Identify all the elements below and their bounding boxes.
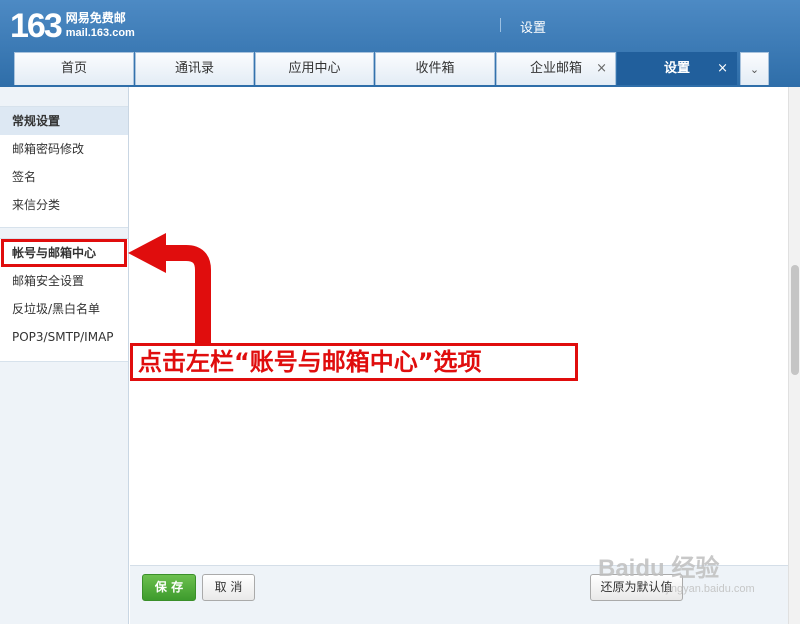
close-icon[interactable]: × [717,53,728,84]
sidebar-item-account-center[interactable]: 帐号与邮箱中心 [1,239,127,267]
scrollbar-thumb[interactable] [791,265,799,375]
tab-label: 通讯录 [174,61,214,76]
sidebar-item-security[interactable]: 邮箱安全设置 [0,267,128,295]
scrollbar[interactable] [788,87,800,624]
reset-defaults-button[interactable]: 还原为默认值 [590,574,683,601]
chevron-down-icon: ⌄ [749,62,760,76]
tab-label: 应用中心 [288,61,341,76]
logo-domain: mail.163.com [65,27,135,39]
page-title: 设置 [520,21,547,36]
tab-settings[interactable]: 设置 × [617,52,737,85]
tab-contacts[interactable]: 通讯录 [135,52,254,85]
cancel-button[interactable]: 取 消 [202,574,255,601]
tab-label: 设置 [663,61,690,76]
tab-label: 收件箱 [415,61,455,76]
sidebar-group-general: 常规设置 邮箱密码修改 签名 来信分类 [0,106,128,228]
tab-home[interactable]: 首页 [14,52,134,85]
sidebar-item-general-settings[interactable]: 常规设置 [0,107,128,135]
logo-number: 163 [10,7,63,45]
close-icon[interactable]: × [596,53,607,84]
logo[interactable]: 163 网易免费邮 mail.163.com [10,6,135,46]
tab-more-button[interactable]: ⌄ [740,52,769,85]
tab-bar: 首页 通讯录 应用中心 收件箱 企业邮箱 × 设置 × ⌄ [14,52,769,85]
settings-sidebar: 常规设置 邮箱密码修改 签名 来信分类 帐号与邮箱中心 邮箱安全设置 反垃圾/黑… [0,87,129,624]
sidebar-item-anti-spam[interactable]: 反垃圾/黑白名单 [0,295,128,323]
tab-app-center[interactable]: 应用中心 [255,52,374,85]
tab-label: 企业邮箱 [529,61,582,76]
annotation-callout: 点击左栏“账号与邮箱中心”选项 [130,343,578,381]
sidebar-item-mail-filter[interactable]: 来信分类 [0,191,128,219]
sidebar-item-signature[interactable]: 签名 [0,163,128,191]
app-header: 163 网易免费邮 mail.163.com 设置 首页 通讯录 应用中心 收件… [0,0,800,86]
tab-label: 首页 [60,61,87,76]
sidebar-item-pop3-smtp-imap[interactable]: POP3/SMTP/IMAP [0,323,128,351]
header-divider [500,18,501,32]
sidebar-item-password[interactable]: 邮箱密码修改 [0,135,128,163]
tab-inbox[interactable]: 收件箱 [375,52,495,85]
logo-name: 网易免费邮 [65,11,126,25]
sidebar-group-account: 帐号与邮箱中心 邮箱安全设置 反垃圾/黑白名单 POP3/SMTP/IMAP [0,238,128,362]
tab-enterprise-mail[interactable]: 企业邮箱 × [496,52,616,85]
save-button[interactable]: 保 存 [142,574,196,601]
settings-footer: 保 存 取 消 还原为默认值 [130,565,788,624]
